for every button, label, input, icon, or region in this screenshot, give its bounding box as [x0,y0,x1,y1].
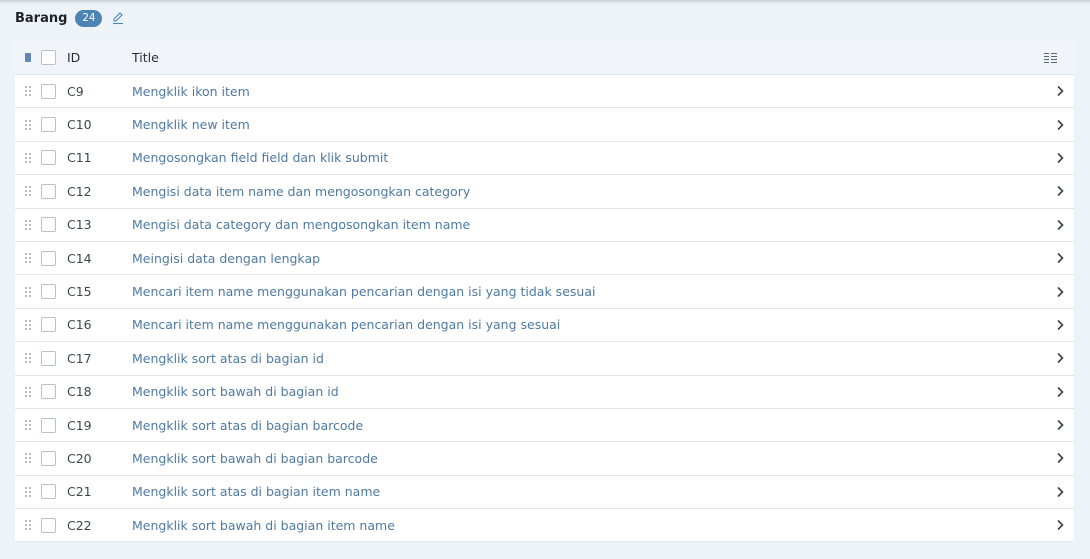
case-id: C20 [67,450,92,466]
table-row[interactable]: C20 Mengklik sort bawah di bagian barcode [15,442,1074,476]
case-id: C15 [67,284,92,300]
column-header-id[interactable]: ID [67,50,132,65]
case-title-link[interactable]: Mengklik sort bawah di bagian item name [132,518,1074,533]
table-row[interactable]: C13 Mengisi data category dan mengosongka… [15,208,1074,242]
row-checkbox[interactable] [41,317,56,333]
drag-handle-icon[interactable] [24,252,32,264]
chevron-right-icon[interactable] [1056,252,1064,264]
row-checkbox[interactable] [41,384,56,400]
row-checkbox[interactable] [41,117,56,133]
chevron-right-icon[interactable] [1056,519,1064,531]
case-id: C21 [67,484,92,500]
chevron-right-icon[interactable] [1056,319,1064,331]
top-shadow [0,0,1090,4]
drag-handle-icon[interactable] [24,119,32,131]
drag-handle-icon[interactable] [24,219,32,231]
table-row[interactable]: C21 Mengklik sort atas di bagian item nam… [15,475,1074,510]
case-id: C18 [67,384,92,400]
case-id: C19 [67,417,92,433]
drag-handle-icon[interactable] [24,386,32,398]
column-header-title[interactable]: Title [132,50,1074,65]
row-checkbox[interactable] [41,450,56,466]
row-checkbox[interactable] [41,517,56,533]
select-all-checkbox[interactable] [41,50,56,65]
table-row[interactable]: C17 Mengklik sort atas di bagian id [15,342,1074,376]
case-title-link[interactable]: Mengklik ikon item [132,84,1074,99]
case-title-link[interactable]: Mengisi data item name dan mengosongkan … [132,184,1074,199]
pencil-icon[interactable] [111,11,125,25]
table-row[interactable]: C9 Mengklik ikon item [15,75,1074,109]
chevron-right-icon[interactable] [1056,219,1064,231]
drag-handle-icon[interactable] [24,319,32,331]
chevron-right-icon[interactable] [1056,486,1064,498]
case-title-link[interactable]: Mencari item name menggunakan pencarian … [132,317,1074,332]
case-title-link[interactable]: Mengosongkan field field dan klik submit [132,150,1074,165]
case-title-link[interactable]: Mengisi data category dan mengosongkan i… [132,217,1074,232]
drag-handle-icon[interactable] [24,419,32,431]
chevron-right-icon[interactable] [1056,419,1064,431]
row-checkbox[interactable] [41,150,56,166]
row-checkbox[interactable] [41,183,56,199]
case-id: C17 [67,350,92,366]
case-title-link[interactable]: Mengklik sort bawah di bagian barcode [132,451,1074,466]
drag-handle-icon[interactable] [24,486,32,498]
section-header: Barang 24 [15,8,125,28]
table-row[interactable]: C16 Mencari item name menggunakan pencari… [15,308,1074,343]
drag-handle-icon[interactable] [24,286,32,298]
table-header: ID Title [15,41,1074,75]
case-title-link[interactable]: Mengklik sort bawah di bagian id [132,384,1074,399]
drag-handle-icon[interactable] [24,519,32,531]
chevron-right-icon[interactable] [1056,452,1064,464]
case-id: C10 [67,117,92,133]
chevron-right-icon[interactable] [1056,386,1064,398]
table-row[interactable]: C11 Mengosongkan field field dan klik sub… [15,141,1074,176]
row-checkbox[interactable] [41,284,56,300]
case-id: C11 [67,150,92,166]
row-checkbox[interactable] [41,484,56,500]
drag-handle-icon[interactable] [24,185,32,197]
table-row[interactable]: C19 Mengklik sort atas di bagian barcode [15,408,1074,443]
row-checkbox[interactable] [41,250,56,266]
row-checkbox[interactable] [41,350,56,366]
row-checkbox[interactable] [41,417,56,433]
chevron-right-icon[interactable] [1056,85,1064,97]
row-checkbox[interactable] [41,217,56,233]
drag-handle-icon[interactable] [24,85,32,97]
drag-handle-icon[interactable] [24,152,32,164]
bulk-select-icon[interactable] [25,53,31,62]
table-row[interactable]: C14 Meingisi data dengan lengkap [15,241,1074,276]
table-row[interactable]: C22 Mengklik sort bawah di bagian item na… [15,509,1074,543]
chevron-right-icon[interactable] [1056,119,1064,131]
table-row[interactable]: C12 Mengisi data item name dan mengosongk… [15,175,1074,209]
table-row[interactable]: C10 Mengklik new item [15,108,1074,142]
case-title-link[interactable]: Mencari item name menggunakan pencarian … [132,284,1074,299]
chevron-right-icon[interactable] [1056,286,1064,298]
count-badge: 24 [75,9,103,27]
drag-handle-icon[interactable] [24,352,32,364]
chevron-right-icon[interactable] [1056,152,1064,164]
case-id: C12 [67,183,92,199]
case-id: C13 [67,217,92,233]
case-id: C14 [67,250,92,266]
test-case-table: ID Title C9 Mengklik ikon item C10 Mengklik… [15,41,1074,543]
chevron-right-icon[interactable] [1056,352,1064,364]
case-id: C9 [67,83,84,99]
case-title-link[interactable]: Mengklik sort atas di bagian id [132,351,1074,366]
case-title-link[interactable]: Mengklik new item [132,117,1074,132]
section-title: Barang [15,10,68,26]
case-title-link[interactable]: Mengklik sort atas di bagian item name [132,484,1074,499]
case-title-link[interactable]: Meingisi data dengan lengkap [132,251,1074,266]
drag-handle-icon[interactable] [24,452,32,464]
case-id: C22 [67,517,92,533]
column-settings-icon[interactable] [1044,52,1057,63]
case-title-link[interactable]: Mengklik sort atas di bagian barcode [132,418,1074,433]
table-row[interactable]: C18 Mengklik sort bawah di bagian id [15,375,1074,409]
table-row[interactable]: C15 Mencari item name menggunakan pencari… [15,275,1074,309]
row-checkbox[interactable] [41,83,56,99]
table-body: C9 Mengklik ikon item C10 Mengklik new item… [15,75,1074,543]
case-id: C16 [67,317,92,333]
chevron-right-icon[interactable] [1056,185,1064,197]
